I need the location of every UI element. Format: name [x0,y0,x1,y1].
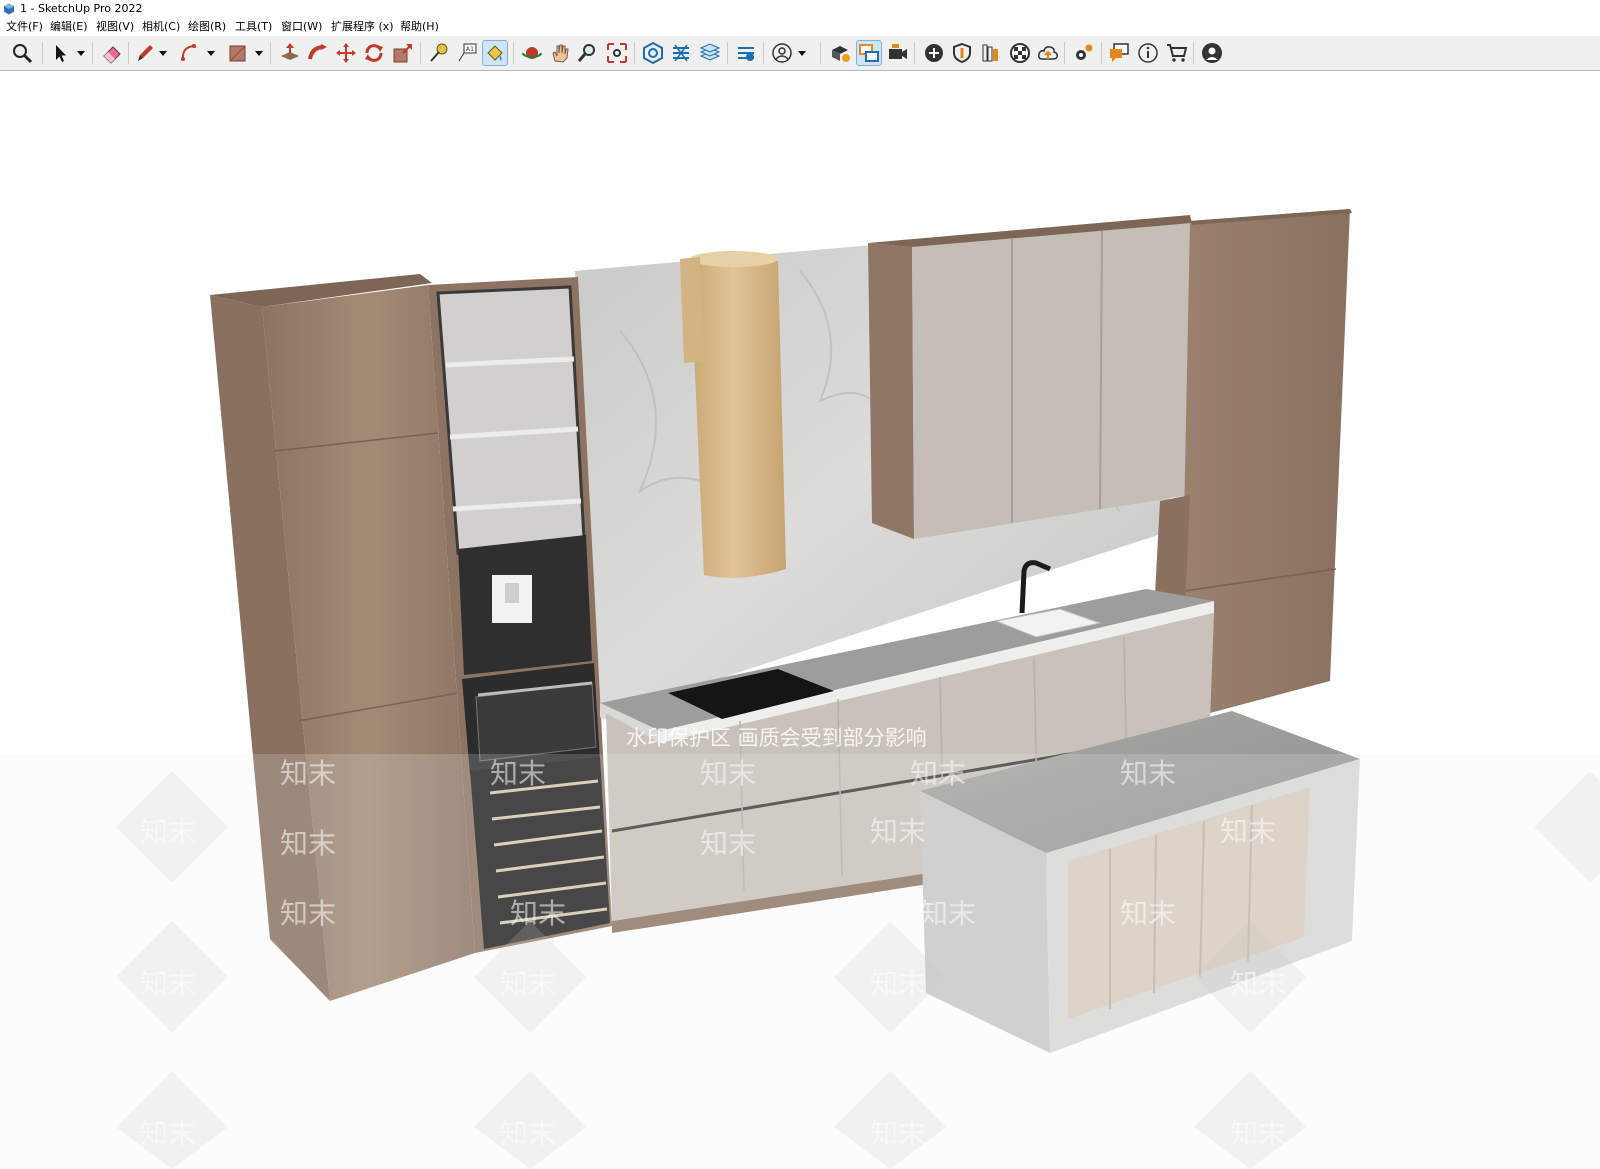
move-icon[interactable] [334,41,358,65]
watermark-logo: 知末 [140,967,196,1000]
shopping-cart-icon[interactable] [1165,41,1189,65]
watermark-overlay [0,754,1600,1169]
chat-bubbles-icon[interactable] [1107,41,1131,65]
zoom-window-icon[interactable] [10,41,34,65]
select-dropdown-icon[interactable] [76,41,86,65]
watermark-logo: 知末 [1120,757,1176,790]
layout-send-icon[interactable] [698,41,722,65]
watermark-logo: 知末 [140,1117,196,1150]
watermark-logo: 知末 [1230,967,1286,1000]
watermark-logo: 知末 [280,757,336,790]
menu-extensions[interactable]: 扩展程序 (x) [329,18,396,36]
push-pull-icon[interactable] [278,41,302,65]
menu-bar: 文件(F) 编辑(E) 视图(V) 相机(C) 绘图(R) 工具(T) 窗口(W… [0,18,1600,36]
profile-icon[interactable] [1200,41,1224,65]
menu-camera[interactable]: 相机(C) [140,18,182,36]
watermark-logo: 知末 [280,827,336,860]
watermark-logo: 知末 [870,967,926,1000]
3d-warehouse-icon[interactable] [641,41,665,65]
range-hood [690,256,786,578]
menu-file[interactable]: 文件(F) [4,18,45,36]
sketchup-app-icon [4,3,14,15]
window-title: 1 - SketchUp Pro 2022 [20,2,143,15]
watermark-logo: 知末 [500,967,556,1000]
menu-edit[interactable]: 编辑(E) [48,18,90,36]
info-icon[interactable] [1136,41,1160,65]
scale-icon[interactable] [391,41,415,65]
menu-draw[interactable]: 绘图(R) [186,18,228,36]
upper-cabinets [868,243,914,539]
watermark-logo: 知末 [700,827,756,860]
extension-manager-icon[interactable] [734,41,758,65]
user-account-icon[interactable] [770,41,794,65]
watermark-logo: 知末 [1230,1117,1286,1150]
menu-view[interactable]: 视图(V) [94,18,136,36]
bookshelf-icon[interactable] [979,41,1003,65]
arc-icon[interactable] [178,41,202,65]
extension-warehouse-icon[interactable] [669,41,693,65]
add-circle-icon[interactable] [922,41,946,65]
components-icon[interactable] [828,41,852,65]
watermark-logo: 知末 [1220,815,1276,848]
rotate-icon[interactable] [362,41,386,65]
eraser-icon[interactable] [100,41,124,65]
menu-tools[interactable]: 工具(T) [233,18,274,36]
account-dropdown-icon[interactable] [797,41,807,65]
main-toolbar: A1 [0,36,1600,71]
watermark-logo: 知末 [700,757,756,790]
watermark-logo: 知末 [280,897,336,930]
scenes-icon[interactable] [856,40,882,66]
watermark-logo: 知末 [140,815,196,848]
watermark-logo: 知末 [910,757,966,790]
watermark-logo: 知末 [510,897,566,930]
model-viewport[interactable]: 水印保护区 画质会受到部分影响 知末 知末 知末 知末 知末 知末 知末 知末 … [0,71,1600,1169]
watermark-logo: 知末 [920,897,976,930]
tape-measure-icon[interactable] [427,41,451,65]
watermark-logo: 知末 [1120,897,1176,930]
settings-gears-icon[interactable] [1072,41,1096,65]
text-label-icon[interactable]: A1 [455,41,479,65]
watermark-banner: 水印保护区 画质会受到部分影响 [626,726,927,750]
watermark-logo: 知末 [870,1117,926,1150]
watermark-logo: 知末 [500,1117,556,1150]
watermark-logo: 知末 [490,757,546,790]
paint-bucket-icon[interactable] [482,40,508,66]
checker-material-icon[interactable] [1008,41,1032,65]
arc-dropdown-icon[interactable] [206,41,216,65]
rectangle-icon[interactable] [226,41,250,65]
zoom-extents-icon[interactable] [605,41,629,65]
glass-display-cabinet [436,285,586,555]
menu-help[interactable]: 帮助(H) [398,18,441,36]
camera-video-icon[interactable] [886,41,910,65]
svg-text:A1: A1 [466,46,474,53]
shield-icon[interactable] [950,41,974,65]
orbit-icon[interactable] [520,41,544,65]
follow-me-icon[interactable] [306,41,330,65]
watermark-logo: 知末 [870,815,926,848]
pencil-line-icon[interactable] [133,41,157,65]
zoom-icon[interactable] [576,41,600,65]
shape-dropdown-icon[interactable] [254,41,264,65]
select-arrow-icon[interactable] [48,41,72,65]
cloud-upload-icon[interactable] [1036,41,1060,65]
line-dropdown-icon[interactable] [158,41,168,65]
kitchen-model-scene: 水印保护区 画质会受到部分影响 知末 知末 知末 知末 知末 知末 知末 知末 … [0,209,1600,1169]
pan-hand-icon[interactable] [548,41,572,65]
title-bar: 1 - SketchUp Pro 2022 [0,0,1600,18]
menu-window[interactable]: 窗口(W) [279,18,324,36]
